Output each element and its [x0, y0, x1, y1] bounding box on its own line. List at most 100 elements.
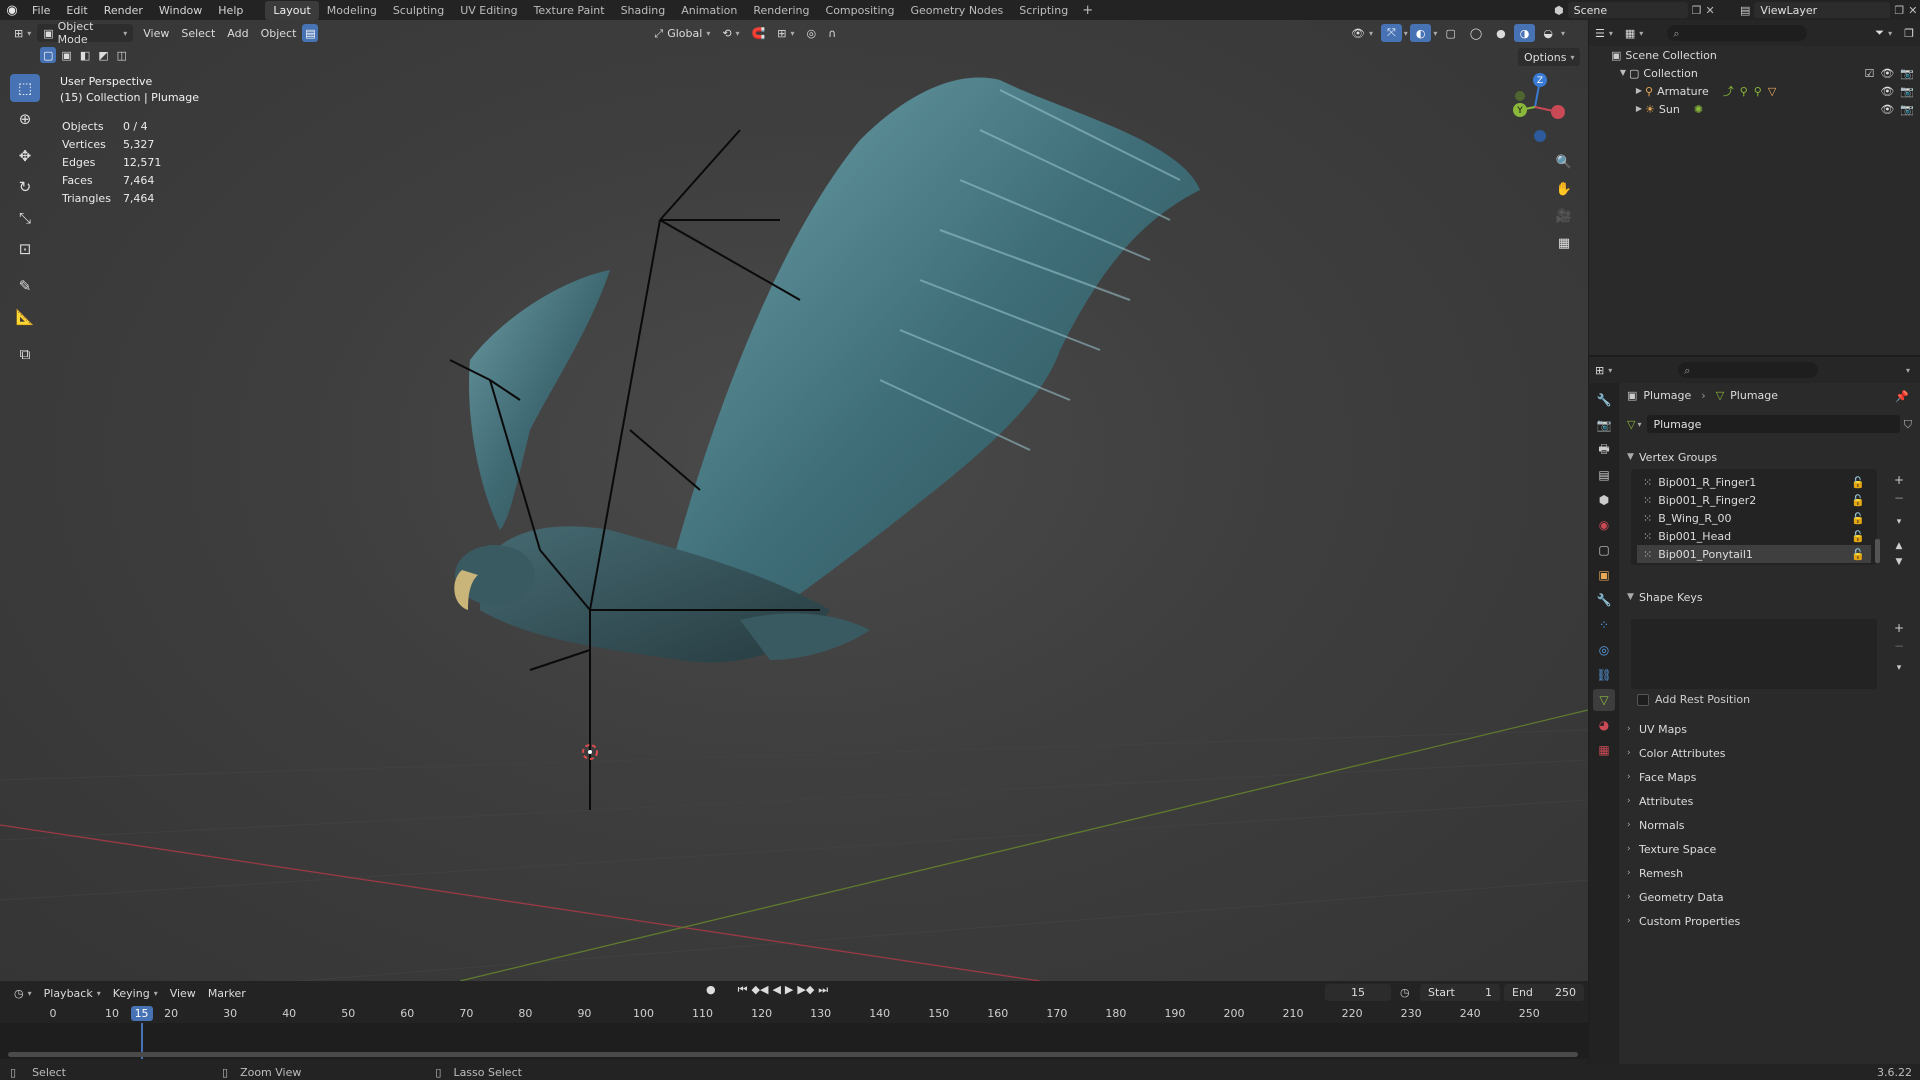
timeline-editor-type-icon[interactable]: ◷ ▾	[8, 984, 38, 1002]
snap-icon[interactable]: 🧲	[746, 24, 772, 42]
lock-icon[interactable]: 🔓	[1851, 477, 1865, 488]
texture-space-panel-header[interactable]: › Texture Space	[1627, 839, 1912, 859]
tab-shading[interactable]: Shading	[613, 1, 674, 20]
camera-icon[interactable]: 📷	[1900, 104, 1914, 115]
navigation-gizmo[interactable]: Z Y	[1500, 72, 1570, 142]
tab-layout[interactable]: Layout	[265, 0, 319, 20]
color-attributes-panel-header[interactable]: › Color Attributes	[1627, 743, 1912, 763]
lock-icon[interactable]: 🔓	[1851, 549, 1865, 560]
perspective-grid-icon[interactable]: ▦	[1552, 231, 1576, 255]
delete-scene-icon[interactable]: ✕	[1705, 5, 1714, 16]
face-maps-panel-header[interactable]: › Face Maps	[1627, 767, 1912, 787]
modifier-tab-icon[interactable]: 🔧	[1593, 589, 1615, 611]
list-item[interactable]: ⁙ Bip001_R_Finger1 🔓	[1637, 473, 1871, 491]
vertex-group-specials-icon[interactable]: ▾	[1889, 513, 1909, 531]
move-down-icon[interactable]: ▼	[1889, 553, 1909, 571]
mesh-data-tab-icon[interactable]: ▽	[1593, 689, 1615, 711]
scene-tab-icon[interactable]: ⬢	[1593, 489, 1615, 511]
add-vertex-group-icon[interactable]: +	[1889, 471, 1909, 489]
select-new-icon[interactable]: ▢	[40, 47, 57, 63]
material-tab-icon[interactable]: ◕	[1593, 714, 1615, 736]
menu-timeline-view[interactable]: View	[164, 984, 202, 1002]
remove-vertex-group-icon[interactable]: −	[1889, 489, 1909, 507]
custom-properties-panel-header[interactable]: › Custom Properties	[1627, 911, 1912, 931]
editor-type-button[interactable]: ⊞ ▾	[8, 24, 37, 42]
tab-compositing[interactable]: Compositing	[818, 1, 903, 20]
start-frame-field[interactable]: Start 1	[1420, 984, 1500, 1001]
preview-range-icon[interactable]: ◷	[1400, 987, 1410, 998]
mesh-name-field[interactable]: Plumage	[1647, 415, 1900, 433]
end-frame-field[interactable]: End 250	[1504, 984, 1584, 1001]
shape-key-specials-icon[interactable]: ▾	[1889, 659, 1909, 677]
list-item[interactable]: ⁙ Bip001_R_Finger2 🔓	[1637, 491, 1871, 509]
menu-playback[interactable]: Playback ▾	[38, 984, 107, 1002]
shape-keys-panel-header[interactable]: ▼ Shape Keys	[1627, 587, 1912, 607]
list-item[interactable]: ⁙ B_Wing_R_00 🔓	[1637, 509, 1871, 527]
menu-help[interactable]: Help	[210, 4, 251, 17]
shape-keys-list[interactable]	[1631, 619, 1877, 689]
playhead-frame-badge[interactable]: 15	[130, 1006, 153, 1021]
record-icon[interactable]: ●	[706, 984, 716, 995]
zoom-icon[interactable]: 🔍	[1552, 150, 1576, 174]
overlay-dropdown-icon[interactable]: ▾	[1433, 29, 1437, 38]
outliner-row-sun[interactable]: ▶ ☀ Sun ✺ 👁 📷	[1589, 100, 1920, 118]
particles-tab-icon[interactable]: ⁘	[1593, 614, 1615, 636]
uv-maps-panel-header[interactable]: › UV Maps	[1627, 719, 1912, 739]
pivot-point-icon[interactable]: ⟲ ▾	[716, 24, 745, 42]
3d-viewport[interactable]: ⊞ ▾ ▣ Object Mode ▾ View Select Add Object…	[0, 20, 1588, 981]
play-icon[interactable]: ▶	[785, 984, 793, 995]
outliner-search-input[interactable]: ⌕	[1667, 25, 1808, 41]
normals-panel-header[interactable]: › Normals	[1627, 815, 1912, 835]
xray-icon[interactable]: ▢	[1439, 24, 1461, 42]
properties-editor-type-icon[interactable]: ⊞ ▾	[1589, 361, 1618, 379]
properties-options-icon[interactable]: ▾	[1906, 366, 1910, 375]
list-scrollbar[interactable]	[1875, 539, 1880, 563]
view-layer-icon[interactable]: ▤	[1740, 5, 1750, 16]
cursor-tool-icon[interactable]: ⊕	[10, 105, 40, 133]
shading-wireframe-icon[interactable]: ◯	[1464, 24, 1488, 42]
gizmo-toggle-icon[interactable]: ⤧	[1380, 24, 1402, 42]
mesh-browse-dropdown-icon[interactable]: ▾	[1637, 420, 1641, 429]
add-shape-key-icon[interactable]: +	[1889, 619, 1909, 637]
measure-tool-icon[interactable]: 📐	[10, 303, 40, 331]
proportional-edit-icon[interactable]: ◎	[801, 24, 823, 42]
eye-icon[interactable]: 👁	[1880, 68, 1894, 79]
delete-view-layer-icon[interactable]: ✕	[1908, 5, 1917, 16]
list-item[interactable]: ⁙ Bip001_Head 🔓	[1637, 527, 1871, 545]
shading-material-icon[interactable]: ◑	[1513, 24, 1536, 42]
expand-chevron-icon[interactable]: ▶	[1633, 105, 1645, 113]
attributes-panel-header[interactable]: › Attributes	[1627, 791, 1912, 811]
tab-modeling[interactable]: Modeling	[319, 1, 385, 20]
overlay-toggle-icon[interactable]: ◐	[1409, 24, 1432, 42]
eye-icon[interactable]: 👁	[1880, 86, 1894, 97]
collection-tab-icon[interactable]: ▢	[1593, 539, 1615, 561]
lock-icon[interactable]: 🔓	[1851, 513, 1865, 524]
tab-scripting[interactable]: Scripting	[1011, 1, 1076, 20]
lock-icon[interactable]: 🔓	[1851, 495, 1865, 506]
scene-name-field[interactable]: Scene	[1567, 2, 1688, 18]
next-keyframe-icon[interactable]: ▶◆	[797, 984, 814, 995]
eye-icon[interactable]: 👁	[1880, 104, 1894, 115]
menu-object[interactable]: Object	[255, 24, 303, 42]
rotate-tool-icon[interactable]: ↻	[10, 173, 40, 201]
outliner-editor-type-icon[interactable]: ☰ ▾	[1589, 24, 1619, 42]
select-invert-icon[interactable]: ◩	[95, 47, 111, 63]
new-scene-icon[interactable]: ❐	[1692, 5, 1702, 16]
menu-marker[interactable]: Marker	[202, 984, 252, 1002]
outliner-row-collection[interactable]: ▼ ▢ Collection ☑ 👁 📷	[1589, 64, 1920, 82]
tab-rendering[interactable]: Rendering	[745, 1, 817, 20]
proportional-falloff-icon[interactable]: ∩	[822, 24, 842, 42]
outliner-row-scene-collection[interactable]: ▣ Scene Collection	[1589, 46, 1920, 64]
menu-view[interactable]: View	[137, 24, 175, 42]
mode-dropdown[interactable]: ▣ Object Mode ▾	[37, 20, 134, 46]
select-extend-icon[interactable]: ▣	[58, 47, 74, 63]
timeline-ruler[interactable]: 0 10 20 30 40 50 60 70 80 90 100 110 120 130 140 150 160…	[0, 1005, 1588, 1023]
new-collection-icon[interactable]: ❐	[1898, 24, 1920, 42]
checkbox-icon[interactable]: ☑	[1864, 68, 1874, 79]
add-cube-tool-icon[interactable]: ⧉	[10, 340, 40, 368]
pin-icon[interactable]: 📌	[1895, 391, 1909, 402]
tab-animation[interactable]: Animation	[673, 1, 745, 20]
mesh-browse-icon[interactable]: ▽	[1627, 419, 1635, 430]
select-subtract-icon[interactable]: ◧	[77, 47, 93, 63]
tab-texture-paint[interactable]: Texture Paint	[526, 1, 613, 20]
